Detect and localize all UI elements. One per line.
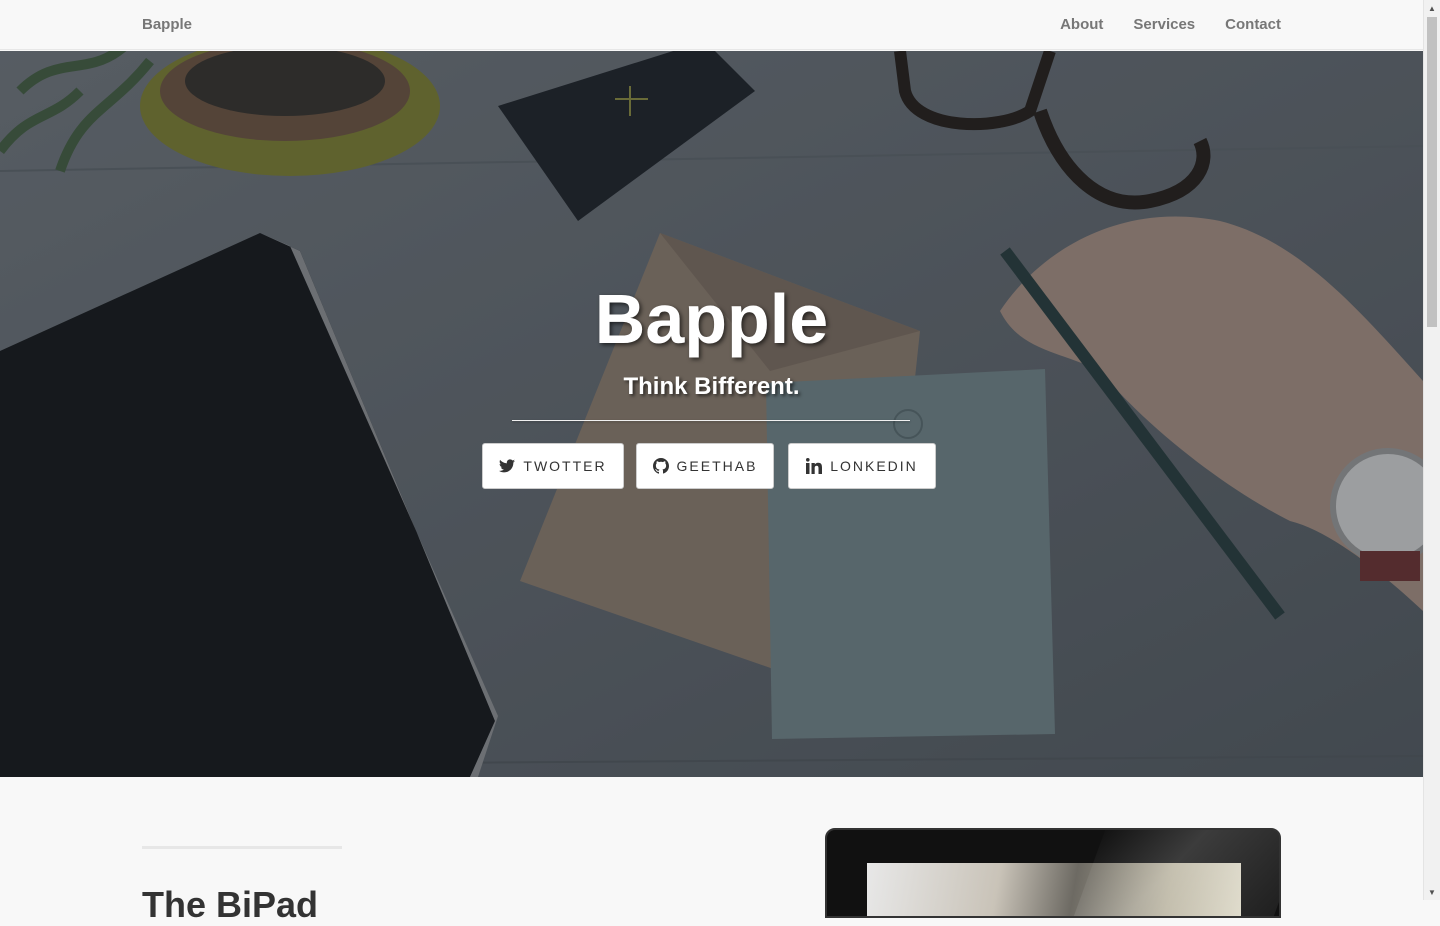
scrollbar-thumb[interactable] [1427, 17, 1437, 327]
nav-link-about[interactable]: About [1060, 16, 1103, 33]
hero-divider [512, 420, 910, 421]
hero-section: Bapple Think Bifferent. TWOTTER GEETHAB … [0, 51, 1423, 777]
tablet-glare [1065, 830, 1279, 916]
linkedin-button[interactable]: LONKEDIN [788, 443, 936, 489]
page-scrollbar[interactable]: ▲ ▼ [1423, 0, 1440, 900]
section-divider [142, 846, 342, 849]
scroll-up-arrow-icon[interactable]: ▲ [1424, 0, 1440, 16]
twitter-icon [499, 459, 516, 473]
nav-links: About Services Contact [1060, 16, 1281, 33]
github-button[interactable]: GEETHAB [636, 443, 774, 489]
linkedin-icon [806, 458, 823, 474]
section-heading: The BiPad [142, 884, 319, 925]
hero-content: Bapple Think Bifferent. TWOTTER GEETHAB … [0, 51, 1423, 777]
navbar: Bapple About Services Contact [0, 0, 1423, 50]
twitter-button[interactable]: TWOTTER [482, 443, 624, 489]
hero-title: Bapple [594, 280, 829, 358]
brand-link[interactable]: Bapple [142, 16, 192, 33]
twitter-button-label: TWOTTER [523, 458, 607, 474]
nav-link-services[interactable]: Services [1133, 16, 1195, 33]
linkedin-button-label: LONKEDIN [830, 458, 918, 474]
github-icon [652, 458, 669, 474]
scroll-down-arrow-icon[interactable]: ▼ [1424, 884, 1440, 900]
hero-subtitle: Think Bifferent. [623, 373, 800, 400]
nav-link-contact[interactable]: Contact [1225, 16, 1281, 33]
github-button-label: GEETHAB [676, 458, 758, 474]
tablet-image [825, 828, 1281, 918]
